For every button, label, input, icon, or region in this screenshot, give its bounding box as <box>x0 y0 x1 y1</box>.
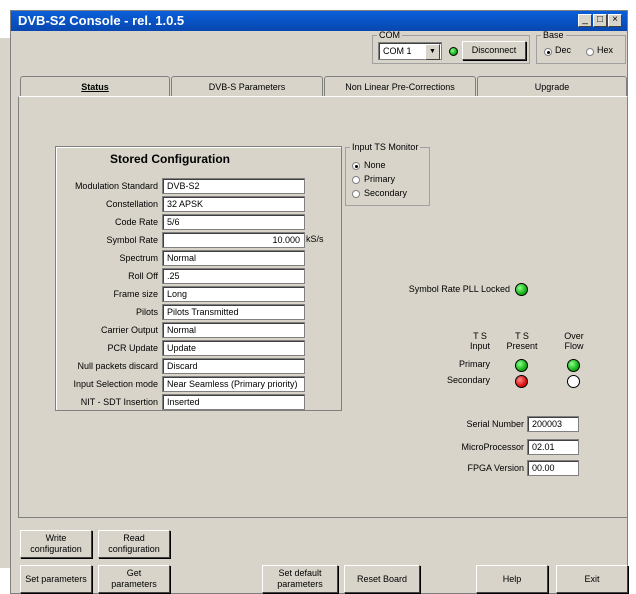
config-label: Constellation <box>105 199 158 209</box>
primary-overflow-led <box>567 359 580 372</box>
ts-primary-label: Primary <box>364 174 395 184</box>
config-value-field: 32 APSK <box>162 196 305 212</box>
base-hex-label: Hex <box>597 45 614 55</box>
connection-status-led <box>449 47 458 56</box>
config-label: Symbol Rate <box>106 235 158 245</box>
config-value-field: DVB-S2 <box>162 178 305 194</box>
symbol-rate-unit: kS/s <box>306 234 324 244</box>
config-value-field: Inserted <box>162 394 305 410</box>
config-value-field: Pilots Transmitted <box>162 304 305 320</box>
read-configuration-button[interactable]: Read configuration <box>98 530 170 558</box>
config-label: Carrier Output <box>100 325 158 335</box>
config-label: Frame size <box>113 289 158 299</box>
pll-label: Symbol Rate PLL Locked <box>408 284 510 294</box>
config-label: Pilots <box>135 307 158 317</box>
ts-secondary-radio[interactable] <box>352 190 360 198</box>
base-dec-radio[interactable] <box>544 48 552 56</box>
minimize-button[interactable]: _ <box>578 14 592 27</box>
reset-board-button[interactable]: Reset Board <box>344 565 420 593</box>
ts-secondary-label: Secondary <box>364 188 408 198</box>
stored-config-title: Stored Configuration <box>110 152 230 166</box>
config-label: Code Rate <box>114 217 158 227</box>
secondary-present-led <box>515 375 528 388</box>
ts-overflow-header: Over Flow <box>564 331 584 351</box>
config-value-field: Long <box>162 286 305 302</box>
tab-status-label: Status <box>81 82 109 92</box>
config-value-field: Near Seamless (Primary priority) <box>162 376 305 392</box>
config-value-field: Normal <box>162 250 305 266</box>
disconnect-button[interactable]: Disconnect <box>462 41 526 60</box>
write-configuration-button[interactable]: Write configuration <box>20 530 92 558</box>
secondary-overflow-led <box>567 375 580 388</box>
ts-present-header: T S Present <box>506 331 538 351</box>
config-value-field: 5/6 <box>162 214 305 230</box>
microprocessor-label: MicroProcessor <box>461 442 524 452</box>
base-dec-label: Dec <box>555 45 572 55</box>
com-port-select[interactable]: COM 1 ▼ <box>378 42 442 60</box>
primary-present-led <box>515 359 528 372</box>
help-button[interactable]: Help <box>476 565 548 593</box>
ts-none-radio[interactable] <box>352 162 360 170</box>
set-default-parameters-button[interactable]: Set default parameters <box>262 565 338 593</box>
tab-nonlinear-precorrections[interactable]: Non Linear Pre-Corrections <box>324 76 476 96</box>
serial-number-field: 200003 <box>527 416 579 432</box>
config-value-field: Update <box>162 340 305 356</box>
set-parameters-button[interactable]: Set parameters <box>20 565 92 593</box>
ts-row-secondary-label: Secondary <box>446 375 490 385</box>
base-hex-radio[interactable] <box>586 48 594 56</box>
close-button[interactable]: × <box>608 14 622 27</box>
fpga-version-label: FPGA Version <box>467 463 524 473</box>
ts-monitor-legend: Input TS Monitor <box>352 142 419 152</box>
config-label: Input Selection mode <box>73 379 158 389</box>
tab-upgrade[interactable]: Upgrade <box>477 76 627 96</box>
config-value-field: Normal <box>162 322 305 338</box>
config-label: Spectrum <box>119 253 158 263</box>
window-title: DVB-S2 Console - rel. 1.0.5 <box>18 13 185 28</box>
fpga-version-field: 00.00 <box>527 460 579 476</box>
config-value-field: 10.000 <box>162 232 305 248</box>
base-legend: Base <box>543 30 564 40</box>
ts-primary-radio[interactable] <box>352 176 360 184</box>
maximize-button[interactable]: □ <box>593 14 607 27</box>
ts-row-primary-label: Primary <box>459 359 490 369</box>
config-value-field: Discard <box>162 358 305 374</box>
ts-none-label: None <box>364 160 386 170</box>
chevron-down-icon[interactable]: ▼ <box>425 44 440 60</box>
config-value-field: .25 <box>162 268 305 284</box>
config-label: PCR Update <box>107 343 158 353</box>
config-label: Modulation Standard <box>74 181 158 191</box>
com-legend: COM <box>379 30 400 40</box>
com-port-value: COM 1 <box>383 46 412 56</box>
get-parameters-button[interactable]: Get parameters <box>98 565 170 593</box>
ts-input-header: T S Input <box>469 331 491 351</box>
serial-number-label: Serial Number <box>466 419 524 429</box>
microprocessor-field: 02.01 <box>527 439 579 455</box>
config-label: Roll Off <box>128 271 158 281</box>
exit-button[interactable]: Exit <box>556 565 628 593</box>
pll-locked-led <box>515 283 528 296</box>
background-window-edge <box>0 38 10 568</box>
config-label: NIT - SDT Insertion <box>80 397 158 407</box>
tab-dvbs-parameters[interactable]: DVB-S Parameters <box>171 76 323 96</box>
tab-status[interactable]: Status <box>20 76 170 97</box>
config-label: Null packets discard <box>77 361 158 371</box>
